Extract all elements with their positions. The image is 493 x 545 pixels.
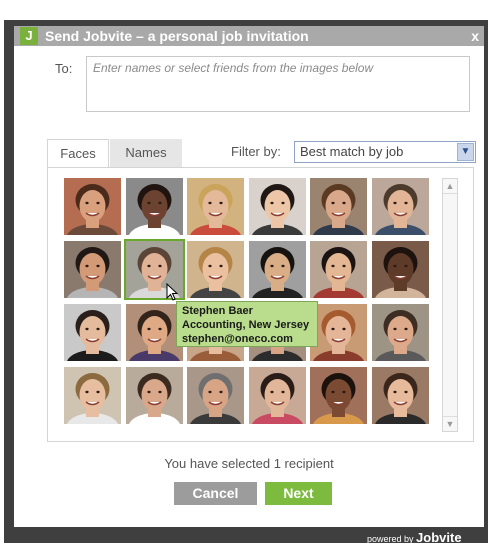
scroll-down-icon[interactable]: ▼ (443, 416, 457, 431)
face-thumbnail[interactable] (125, 367, 183, 424)
recipients-input[interactable]: Enter names or select friends from the i… (86, 56, 470, 112)
face-thumbnail[interactable] (125, 304, 183, 361)
powered-by-footer: powered by Jobvite (367, 530, 462, 545)
face-thumbnail[interactable] (310, 367, 367, 424)
face-thumbnail[interactable] (187, 178, 244, 235)
face-thumbnail[interactable] (64, 241, 121, 298)
face-thumbnail[interactable] (248, 178, 306, 235)
face-thumbnail[interactable] (371, 304, 429, 361)
face-thumbnail[interactable] (310, 178, 367, 235)
jobvite-brand: Jobvite (416, 530, 462, 545)
to-label: To: (55, 61, 73, 76)
filter-select[interactable]: Best match by job ▼ (294, 141, 476, 163)
face-thumbnail[interactable] (64, 178, 121, 235)
scroll-up-icon[interactable]: ▲ (443, 179, 457, 194)
face-thumbnail[interactable] (310, 241, 367, 298)
tab-faces[interactable]: Faces (47, 139, 109, 167)
face-thumbnail[interactable] (64, 367, 121, 424)
face-thumbnail[interactable] (187, 241, 244, 298)
cancel-button[interactable]: Cancel (174, 482, 257, 505)
recipient-tooltip: Stephen Baer Accounting, New Jersey step… (176, 301, 318, 347)
powered-by-label: powered by (367, 534, 414, 544)
faces-scrollbar[interactable]: ▲ ▼ (442, 178, 458, 432)
tooltip-job: Accounting, New Jersey (182, 319, 310, 331)
face-thumbnail[interactable] (248, 241, 306, 298)
face-thumbnail[interactable] (187, 367, 244, 424)
dialog-titlebar: J Send Jobvite – a personal job invitati… (14, 26, 484, 46)
face-thumbnail[interactable] (248, 367, 306, 424)
chevron-down-icon[interactable]: ▼ (457, 143, 474, 161)
face-thumbnail[interactable] (371, 241, 429, 298)
face-thumbnail[interactable] (371, 178, 429, 235)
filter-selected-value: Best match by job (300, 144, 404, 159)
face-thumbnail[interactable] (371, 367, 429, 424)
dialog-body: To: Enter names or select friends from t… (14, 46, 484, 527)
dialog-title: Send Jobvite – a personal job invitation (45, 28, 309, 44)
next-button[interactable]: Next (265, 482, 332, 505)
face-thumbnail[interactable] (125, 178, 183, 235)
tooltip-email: stephen@oneco.com (182, 333, 293, 345)
mouse-pointer-icon (166, 283, 178, 301)
tooltip-name: Stephen Baer (182, 305, 253, 317)
filter-label: Filter by: (231, 144, 281, 159)
face-thumbnail[interactable] (64, 304, 121, 361)
jobvite-logo-icon: J (20, 27, 38, 45)
face-thumbnail[interactable] (310, 304, 367, 361)
close-icon[interactable]: x (471, 26, 479, 46)
tab-names[interactable]: Names (110, 139, 182, 167)
selection-status: You have selected 1 recipient (164, 456, 334, 471)
